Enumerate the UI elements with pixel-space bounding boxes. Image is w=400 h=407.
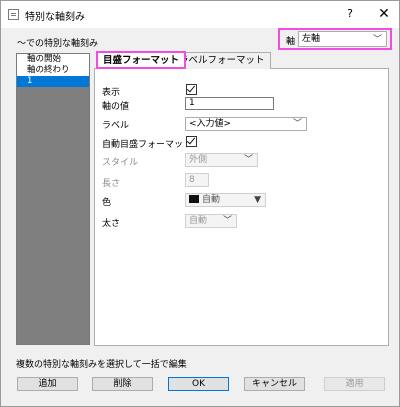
color-select[interactable]: 自動 ▼	[185, 193, 266, 207]
window-icon	[8, 9, 19, 20]
title-bar[interactable]: 特別な軸刻み ? ✕	[1, 1, 399, 28]
help-button[interactable]: ?	[339, 5, 361, 23]
axis-label: 軸	[286, 37, 296, 47]
ok-button[interactable]: OK	[168, 377, 229, 391]
auto-tick-label: 自動目盛フォーマット	[102, 140, 193, 150]
label-label: ラベル	[102, 121, 130, 131]
thickness-select-value: 自動	[189, 216, 208, 226]
apply-button[interactable]: 適用	[324, 377, 385, 391]
axis-value-label: 軸の値	[102, 102, 130, 112]
length-select-value: 8	[189, 175, 195, 185]
list-item-selected[interactable]: 1	[17, 76, 89, 87]
chevron-down-icon: ﹀	[222, 216, 232, 226]
thickness-label: 太さ	[102, 219, 121, 229]
window-title: 特別な軸刻み	[25, 12, 85, 23]
cancel-button[interactable]: キャンセル	[244, 377, 305, 391]
tab-tick-format[interactable]: 目盛フォーマット	[96, 51, 187, 69]
add-button[interactable]: 追加	[17, 377, 78, 391]
chevron-down-icon: ﹀	[292, 119, 302, 129]
check-icon	[186, 135, 196, 145]
chevron-down-icon: ﹀	[372, 35, 382, 45]
auto-tick-checkbox[interactable]	[186, 135, 197, 147]
style-label: スタイル	[102, 158, 139, 168]
dialog-window: 特別な軸刻み ? ✕ ～での特別な軸刻み 軸 左軸 ﹀ 軸の開始 軸の終わり 1…	[0, 0, 400, 407]
style-select-value: 外側	[189, 155, 208, 165]
thickness-select[interactable]: 自動 ﹀	[185, 214, 237, 228]
show-checkbox[interactable]	[186, 83, 197, 95]
tab-label-format[interactable]: ラベルフォーマット	[173, 52, 271, 69]
chevron-down-icon: ﹀	[243, 155, 253, 165]
axis-select-value: 左軸	[302, 34, 321, 44]
style-select[interactable]: 外側 ﹀	[185, 153, 258, 167]
check-icon	[186, 83, 196, 93]
show-label: 表示	[102, 88, 121, 98]
label-select-value: <入力値>	[189, 119, 232, 129]
label-select[interactable]: <入力値> ﹀	[185, 117, 307, 131]
list-item-axis-start[interactable]: 軸の開始	[17, 54, 89, 65]
axis-select[interactable]: 左軸 ﹀	[298, 31, 387, 47]
color-swatch	[189, 195, 199, 203]
chevron-down-icon: ▼	[254, 195, 261, 205]
header-label: ～での特別な軸刻み	[17, 39, 99, 49]
color-select-value: 自動	[202, 195, 221, 205]
length-select[interactable]: 8	[185, 173, 209, 187]
delete-button[interactable]: 削除	[92, 377, 153, 391]
length-label: 長さ	[102, 179, 121, 189]
close-button[interactable]: ✕	[373, 5, 395, 23]
list-item-axis-end[interactable]: 軸の終わり	[17, 65, 89, 76]
color-label: 色	[102, 198, 112, 208]
tick-list[interactable]: 軸の開始 軸の終わり 1	[16, 53, 90, 345]
axis-value-input[interactable]: 1	[185, 97, 274, 110]
footer-note: 複数の特別な軸刻みを選択して一括で編集	[16, 360, 187, 370]
